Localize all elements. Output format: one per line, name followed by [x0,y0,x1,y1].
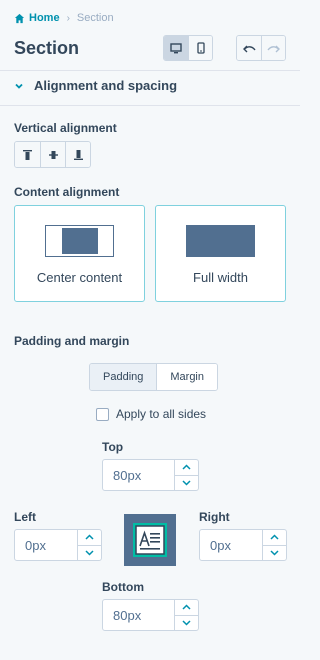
chevron-down-icon [85,550,94,556]
chevron-up-icon [85,534,94,540]
history-controls [236,35,286,61]
breadcrumb-separator: › [66,12,70,24]
center-content-label: Center content [36,270,123,285]
right-padding-input[interactable]: 0px [199,529,287,561]
tab-margin[interactable]: Margin [156,364,217,390]
left-increment-button[interactable] [78,530,101,545]
center-content-option[interactable]: Center content [14,205,145,302]
mobile-icon [196,42,205,54]
align-bottom-icon [73,149,83,160]
padding-margin-label: Padding and margin [14,334,130,348]
chevron-down-icon [15,83,23,89]
box-model-icon [124,514,176,566]
align-top-button[interactable] [15,142,40,167]
bottom-value[interactable]: 80px [103,600,174,630]
top-padding-input[interactable]: 80px [102,459,199,491]
chevron-down-icon [270,550,279,556]
device-toggle [163,35,213,61]
left-decrement-button[interactable] [78,544,101,561]
top-increment-button[interactable] [175,460,198,475]
apply-all-sides[interactable]: Apply to all sides [96,407,206,421]
breadcrumb-current: Section [76,12,114,24]
apply-all-label: Apply to all sides [116,407,207,421]
right-label: Right [199,510,230,524]
chevron-down-icon [182,480,191,486]
redo-button[interactable] [261,36,285,60]
vertical-alignment-label: Vertical alignment [14,121,117,135]
tab-padding[interactable]: Padding [90,364,157,390]
bottom-padding-input[interactable]: 80px [102,599,199,631]
bottom-label: Bottom [102,580,144,594]
align-bottom-button[interactable] [65,142,90,167]
full-width-label: Full width [193,270,248,285]
align-top-icon [23,149,32,160]
undo-button[interactable] [237,36,261,60]
chevron-up-icon [182,464,191,470]
top-value[interactable]: 80px [103,460,174,490]
desktop-view-button[interactable] [164,36,188,60]
bottom-decrement-button[interactable] [175,614,198,631]
left-padding-input[interactable]: 0px [14,529,102,561]
apply-all-checkbox[interactable] [96,407,109,421]
undo-icon [242,45,256,52]
chevron-down-icon [182,620,191,626]
vertical-alignment-group [14,141,91,168]
accordion-divider [0,105,300,106]
top-label: Top [102,440,124,454]
align-middle-icon [48,150,58,159]
left-value[interactable]: 0px [15,530,77,560]
full-width-option[interactable]: Full width [155,205,286,302]
right-value[interactable]: 0px [200,530,262,560]
breadcrumb-home-link[interactable]: Home [29,12,60,24]
header-divider [0,70,300,71]
home-icon [14,13,25,23]
desktop-icon [170,42,182,53]
left-label: Left [14,510,36,524]
chevron-up-icon [270,534,279,540]
redo-icon [267,45,280,52]
top-decrement-button[interactable] [175,474,198,491]
accordion-label: Alignment and spacing [34,78,178,93]
chevron-up-icon [182,604,191,610]
mobile-view-button[interactable] [188,36,212,60]
accordion-alignment-spacing[interactable]: Alignment and spacing [14,78,177,93]
content-alignment-label: Content alignment [14,185,120,199]
right-increment-button[interactable] [263,530,286,545]
padding-margin-tabs: Padding Margin [89,363,218,391]
bottom-increment-button[interactable] [175,600,198,615]
align-middle-button[interactable] [40,142,65,167]
full-width-preview [186,225,255,257]
center-content-preview [45,225,114,257]
page-title: Section [14,38,80,58]
breadcrumb: Home › Section [14,12,114,24]
right-decrement-button[interactable] [263,544,286,561]
